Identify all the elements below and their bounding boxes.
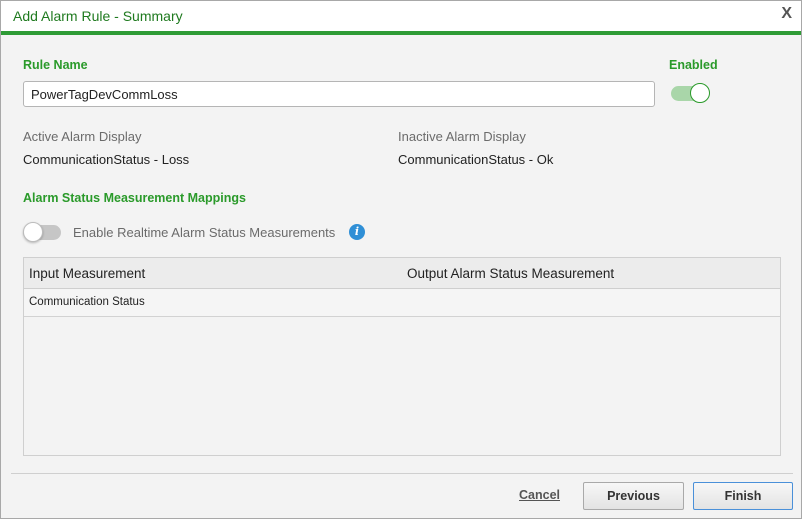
enabled-toggle[interactable]	[671, 82, 711, 104]
realtime-toggle-knob	[23, 222, 43, 242]
table-row[interactable]: Communication Status	[24, 289, 780, 317]
active-alarm-display-label: Active Alarm Display	[23, 129, 142, 144]
dialog-titlebar: Add Alarm Rule - Summary X	[1, 1, 801, 31]
previous-button[interactable]: Previous	[583, 482, 684, 510]
cancel-link[interactable]: Cancel	[519, 488, 560, 502]
column-header-output: Output Alarm Status Measurement	[407, 266, 615, 281]
dialog-title: Add Alarm Rule - Summary	[13, 8, 183, 24]
add-alarm-rule-dialog: Add Alarm Rule - Summary X Rule Name Ena…	[0, 0, 802, 519]
active-alarm-display-value: CommunicationStatus - Loss	[23, 152, 190, 167]
close-icon[interactable]: X	[781, 5, 792, 23]
info-icon[interactable]: i	[349, 224, 365, 240]
footer-divider	[11, 473, 793, 474]
column-header-input: Input Measurement	[29, 266, 146, 281]
title-accent-bar	[1, 31, 801, 35]
mappings-table: Input Measurement Output Alarm Status Me…	[23, 257, 781, 456]
inactive-alarm-display-label: Inactive Alarm Display	[398, 129, 526, 144]
table-header: Input Measurement Output Alarm Status Me…	[24, 258, 780, 289]
realtime-toggle-label: Enable Realtime Alarm Status Measurement…	[73, 225, 336, 240]
enabled-toggle-knob	[690, 83, 710, 103]
cell-input-measurement: Communication Status	[29, 296, 145, 308]
rule-name-label: Rule Name	[23, 58, 88, 72]
rule-name-input[interactable]	[23, 81, 655, 107]
finish-button[interactable]: Finish	[693, 482, 793, 510]
enabled-label: Enabled	[669, 58, 718, 72]
mappings-section-title: Alarm Status Measurement Mappings	[23, 191, 246, 205]
inactive-alarm-display-value: CommunicationStatus - Ok	[398, 152, 554, 167]
realtime-toggle[interactable]	[23, 221, 63, 243]
